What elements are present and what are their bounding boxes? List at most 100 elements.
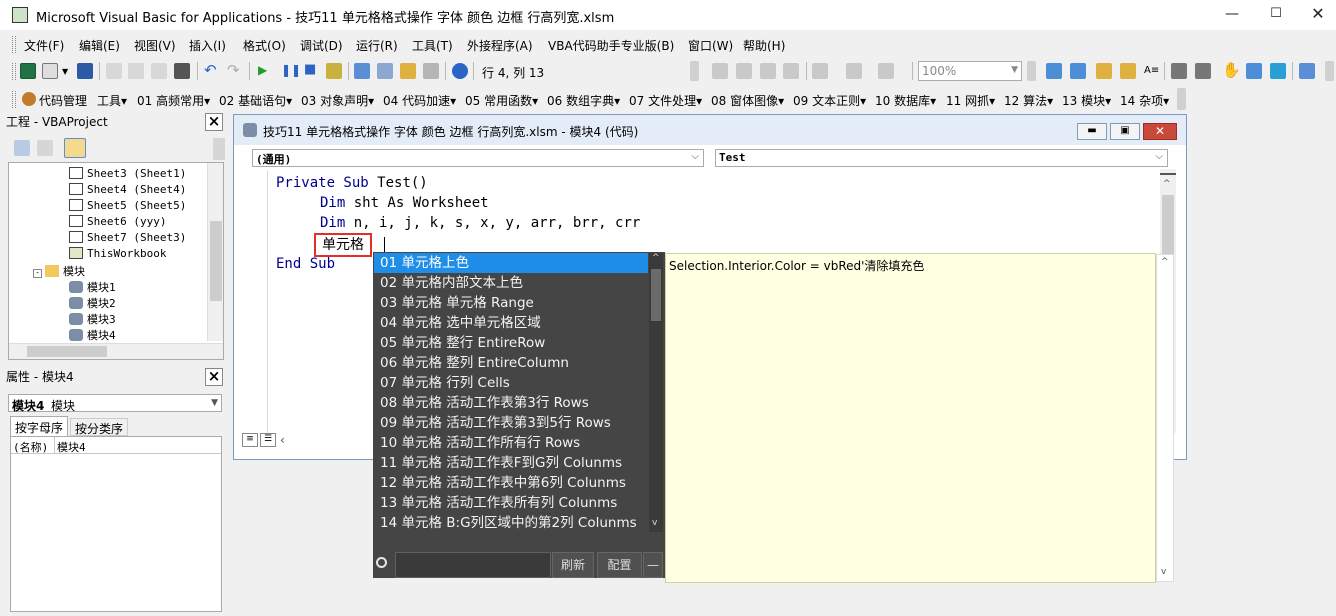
maximize-button[interactable]: ☐ bbox=[1266, 5, 1286, 23]
refresh-button[interactable]: 刷新 bbox=[552, 552, 594, 578]
addin-misc[interactable]: 14 杂项▾ bbox=[1120, 92, 1169, 109]
autocomplete-item[interactable]: 09 单元格 活动工作表第3到5行 Rows bbox=[374, 413, 648, 433]
tree-item-sheet3[interactable]: Sheet3 (Sheet1) bbox=[69, 167, 186, 180]
split-bar[interactable] bbox=[1160, 169, 1176, 175]
code-close-button[interactable]: ✕ bbox=[1143, 123, 1177, 140]
addin-web-scrape[interactable]: 11 网抓▾ bbox=[946, 92, 995, 109]
menu-debug[interactable]: 调试(D) bbox=[300, 37, 343, 54]
menu-addins[interactable]: 外接程序(A) bbox=[467, 37, 533, 54]
menu-run[interactable]: 运行(R) bbox=[356, 37, 398, 54]
minimize-button[interactable]: — bbox=[1222, 5, 1242, 23]
list-icon[interactable] bbox=[1070, 63, 1086, 79]
toolbar-grip[interactable] bbox=[12, 63, 16, 80]
toolbar-overflow-button[interactable] bbox=[1027, 61, 1036, 81]
autocomplete-item[interactable]: 14 单元格 B:G列区域中的第2列 Colunms bbox=[374, 513, 648, 533]
chevron-down-icon[interactable]: v bbox=[1161, 567, 1166, 577]
code-line-3[interactable]: Dim n, i, j, k, s, x, y, arr, brr, crr bbox=[320, 215, 640, 231]
autocomplete-item[interactable]: 06 单元格 整列 EntireColumn bbox=[374, 353, 648, 373]
comment-block-icon[interactable] bbox=[1171, 63, 1187, 79]
project-hscroll[interactable] bbox=[9, 343, 223, 359]
tab-categorized[interactable]: 按分类序 bbox=[70, 418, 128, 436]
addin-database[interactable]: 10 数据库▾ bbox=[875, 92, 936, 109]
autocomplete-item[interactable]: 08 单元格 活动工作表第3行 Rows bbox=[374, 393, 648, 413]
addin-basic-statements[interactable]: 02 基础语句▾ bbox=[219, 92, 292, 109]
collapse-button[interactable]: — bbox=[643, 552, 663, 578]
hand-icon[interactable]: ✋ bbox=[1222, 61, 1241, 79]
constants-icon[interactable] bbox=[1120, 63, 1136, 79]
find-icon[interactable] bbox=[174, 63, 190, 79]
addin-file-handling[interactable]: 07 文件处理▾ bbox=[629, 92, 702, 109]
project-toolbar-overflow[interactable] bbox=[213, 138, 225, 160]
code-line-2[interactable]: Dim sht As Worksheet bbox=[320, 195, 489, 211]
autocomplete-item[interactable]: 07 单元格 行列 Cells bbox=[374, 373, 648, 393]
uncomment-block-icon[interactable] bbox=[1195, 63, 1211, 79]
design-mode-icon[interactable] bbox=[326, 63, 342, 79]
highlighted-input-keyword[interactable]: 单元格 bbox=[314, 233, 372, 257]
property-value[interactable]: 模块4 bbox=[57, 439, 86, 455]
tree-item-sheet7[interactable]: Sheet7 (Sheet3) bbox=[69, 231, 186, 244]
quick-info-icon[interactable]: A≡ bbox=[1144, 65, 1159, 76]
chevron-down-icon[interactable]: v bbox=[652, 518, 657, 528]
undo-icon[interactable]: ↶ bbox=[204, 61, 217, 79]
userform-icon[interactable] bbox=[1046, 63, 1062, 79]
scroll-thumb[interactable] bbox=[1162, 195, 1174, 255]
procedure-combo[interactable]: Test ⌵ bbox=[715, 149, 1168, 167]
copy-icon[interactable] bbox=[128, 63, 144, 79]
next-bookmark-icon[interactable] bbox=[1270, 63, 1286, 79]
popup-search-input[interactable] bbox=[395, 552, 551, 578]
code-line-5[interactable]: End Sub bbox=[276, 256, 335, 272]
tree-item-sheet6[interactable]: Sheet6 (yyy) bbox=[69, 215, 166, 228]
procedure-view-icon[interactable]: ≡ bbox=[242, 433, 258, 447]
tab-alphabetic[interactable]: 按字母序 bbox=[10, 416, 68, 436]
autocomplete-item[interactable]: 10 单元格 活动工作所有行 Rows bbox=[374, 433, 648, 453]
code-restore-button[interactable]: ▣ bbox=[1110, 123, 1140, 140]
scroll-thumb[interactable] bbox=[651, 269, 661, 321]
properties-row[interactable]: (名称) 模块4 bbox=[11, 437, 221, 454]
paste-icon[interactable] bbox=[151, 63, 167, 79]
toolbox-icon[interactable] bbox=[423, 63, 439, 79]
indent-icon[interactable] bbox=[712, 63, 728, 79]
menu-tools[interactable]: 工具(T) bbox=[412, 37, 453, 54]
project-close-icon[interactable]: × bbox=[205, 113, 223, 131]
tree-item-sheet4[interactable]: Sheet4 (Sheet4) bbox=[69, 183, 186, 196]
properties-window-icon[interactable] bbox=[377, 63, 393, 79]
outdent-icon[interactable] bbox=[736, 63, 752, 79]
autocomplete-item[interactable]: 05 单元格 整行 EntireRow bbox=[374, 333, 648, 353]
menu-file[interactable]: 文件(F) bbox=[24, 37, 64, 54]
menu-edit[interactable]: 编辑(E) bbox=[79, 37, 120, 54]
ungroup-icon[interactable] bbox=[783, 63, 799, 79]
save-icon[interactable] bbox=[77, 63, 93, 79]
autocomplete-item[interactable]: 11 单元格 活动工作表F到G列 Colunms bbox=[374, 453, 648, 473]
menubar-grip[interactable] bbox=[12, 36, 16, 53]
properties-icon[interactable] bbox=[1096, 63, 1112, 79]
autocomplete-item[interactable]: 01 单元格上色 bbox=[374, 253, 648, 273]
autocomplete-item[interactable]: 04 单元格 选中单元格区域 bbox=[374, 313, 648, 333]
toggle-folders-icon[interactable] bbox=[64, 138, 86, 158]
run-icon[interactable]: ▶ bbox=[258, 63, 267, 77]
menu-insert[interactable]: 插入(I) bbox=[189, 37, 226, 54]
break-icon[interactable]: ❚❚ bbox=[281, 63, 301, 77]
addin-algorithm[interactable]: 12 算法▾ bbox=[1004, 92, 1053, 109]
project-explorer-icon[interactable] bbox=[354, 63, 370, 79]
insert-module-icon[interactable] bbox=[42, 63, 58, 79]
menu-vba-helper[interactable]: VBA代码助手专业版(B) bbox=[548, 37, 674, 54]
menu-view[interactable]: 视图(V) bbox=[134, 37, 176, 54]
size-icon[interactable] bbox=[878, 63, 894, 79]
properties-object-combo[interactable]: 模块4 模块 ▼ bbox=[8, 394, 222, 413]
help-icon[interactable] bbox=[452, 63, 468, 79]
tree-item-module3[interactable]: 模块3 bbox=[69, 311, 116, 327]
tree-item-module1[interactable]: 模块1 bbox=[69, 279, 116, 295]
autocomplete-item[interactable]: 02 单元格内部文本上色 bbox=[374, 273, 648, 293]
tree-item-module4[interactable]: 模块4 bbox=[69, 327, 116, 343]
excel-icon[interactable] bbox=[20, 63, 36, 79]
addin-form-image[interactable]: 08 窗体图像▾ bbox=[711, 92, 784, 109]
addin-tools[interactable]: 工具▾ bbox=[97, 92, 127, 109]
margin-indicator-bar[interactable] bbox=[242, 171, 268, 433]
addin-frequent[interactable]: 01 高频常用▾ bbox=[137, 92, 210, 109]
menu-help[interactable]: 帮助(H) bbox=[743, 37, 785, 54]
chevron-up-icon[interactable]: ^ bbox=[1161, 257, 1169, 267]
tree-item-thisworkbook[interactable]: ThisWorkbook bbox=[69, 247, 166, 260]
addin-object-declare[interactable]: 03 对象声明▾ bbox=[301, 92, 374, 109]
reset-icon[interactable]: ■ bbox=[304, 62, 316, 77]
object-combo[interactable]: (通用) ⌵ bbox=[252, 149, 704, 167]
